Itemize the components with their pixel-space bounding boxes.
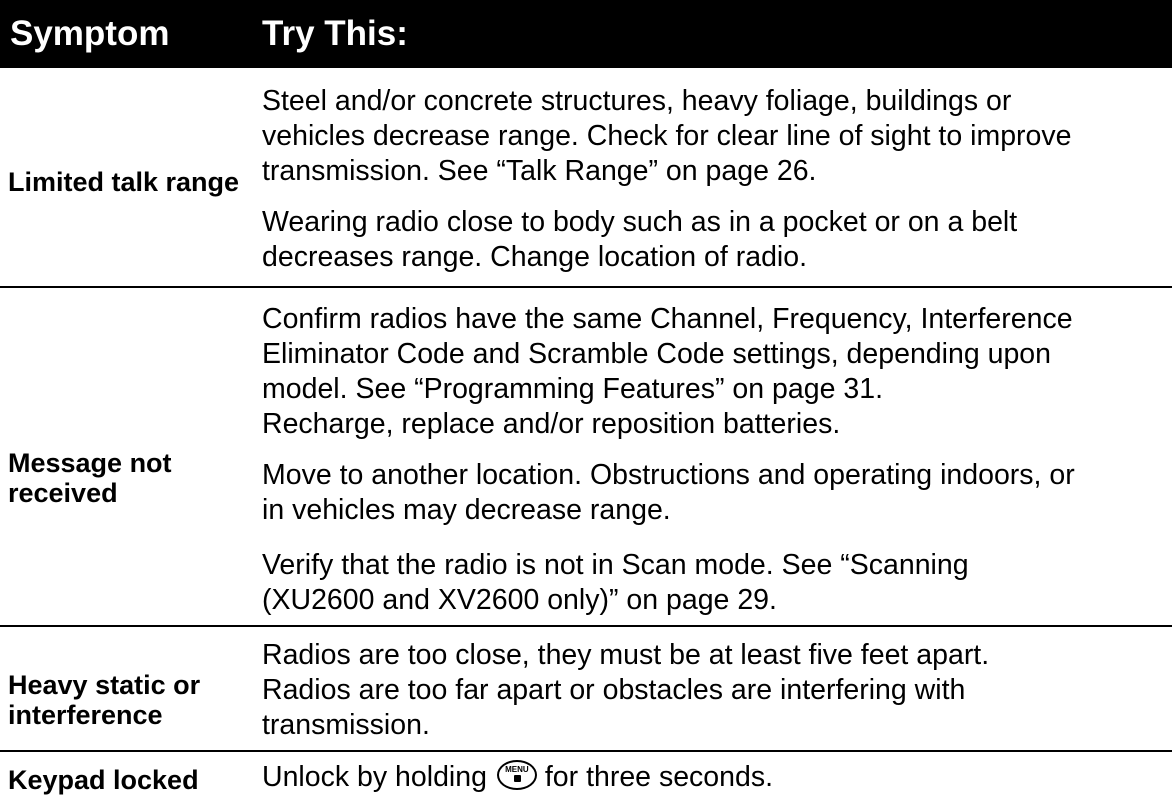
symptom-label: Keypad locked [8,765,199,795]
menu-lock-icon: MENU [496,760,537,790]
remedy-paragraph: Verify that the radio is not in Scan mod… [262,549,969,616]
table-header: Symptom Try This: [0,0,1172,68]
symptom-label: Limited talk range [8,167,240,197]
remedy-paragraph: Move to another location. Obstructions a… [262,459,1075,526]
lock-icon [513,775,521,782]
symptom-label: Heavy static or interference [8,670,201,730]
row-divider [0,625,1172,627]
remedy-paragraph: Steel and/or concrete structures, heavy … [262,85,1072,187]
try-this-column-header: Try This: [262,14,408,53]
remedy-paragraph: Wearing radio close to body such as in a… [262,206,1018,273]
row-divider [0,750,1172,752]
remedy-paragraph: Unlock by holding MENU for three seconds… [262,760,774,793]
remedy-paragraph: Confirm radios have the same Channel, Fr… [262,303,1073,440]
symptom-label: Message not received [8,448,172,508]
row-divider [0,286,1172,288]
remedy-paragraph: Radios are too close, they must be at le… [262,639,990,741]
symptom-column-header: Symptom [10,14,170,53]
